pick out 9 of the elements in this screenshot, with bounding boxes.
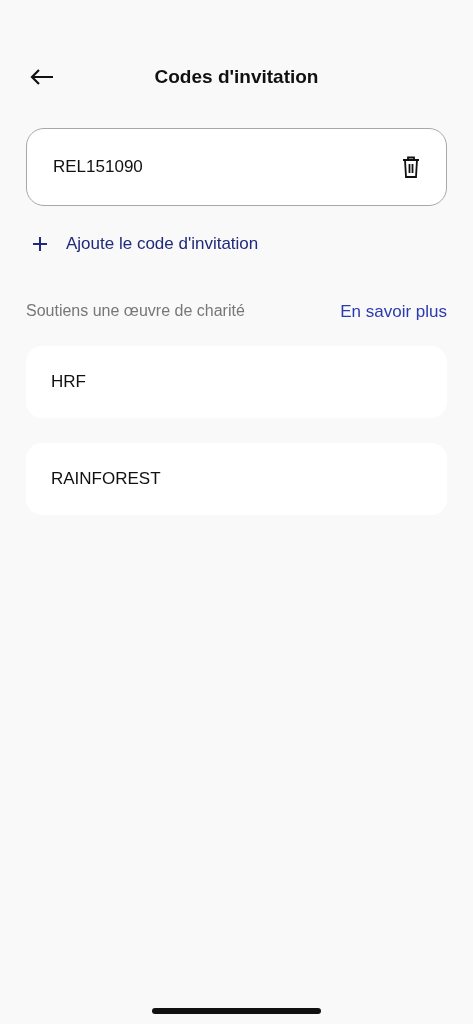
page-title: Codes d'invitation (154, 66, 319, 88)
section-heading: Soutiens une œuvre de charité (26, 302, 245, 321)
plus-icon (32, 236, 48, 252)
invitation-code: REL151090 (53, 157, 143, 177)
add-invitation-code-button[interactable]: Ajoute le code d'invitation (32, 234, 259, 254)
delete-button[interactable] (402, 156, 420, 178)
charity-item[interactable]: HRF (26, 346, 447, 418)
learn-more-link[interactable]: En savoir plus (340, 302, 447, 322)
charity-item[interactable]: RAINFOREST (26, 443, 447, 515)
